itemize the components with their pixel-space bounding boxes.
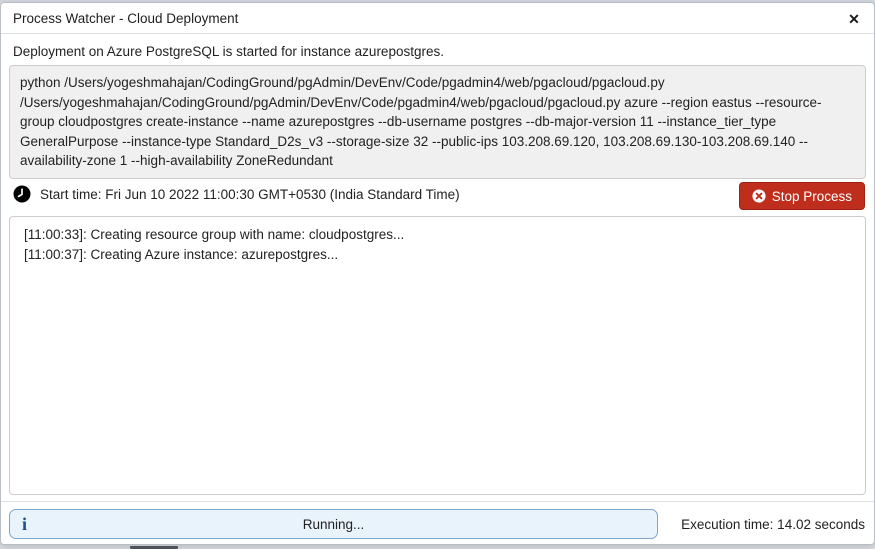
- dialog-header: Process Watcher - Cloud Deployment ✕: [1, 3, 874, 34]
- stop-circle-icon: [752, 189, 766, 203]
- info-icon: i: [22, 513, 27, 535]
- stop-process-button[interactable]: Stop Process: [739, 182, 865, 210]
- stop-process-label: Stop Process: [772, 189, 852, 204]
- log-line: [11:00:37]: Creating Azure instance: azu…: [24, 245, 851, 265]
- deployment-status-text: Deployment on Azure PostgreSQL is starte…: [13, 44, 444, 59]
- process-watcher-dialog: Process Watcher - Cloud Deployment ✕ Dep…: [0, 2, 875, 545]
- command-text-box: python /Users/yogeshmahajan/CodingGround…: [9, 65, 866, 179]
- status-label: Running...: [303, 517, 365, 532]
- footer-divider: [1, 501, 874, 502]
- execution-time-label: Execution time: 14.02 seconds: [681, 509, 865, 539]
- dialog-title: Process Watcher - Cloud Deployment: [13, 11, 238, 26]
- status-banner: i Running...: [9, 509, 658, 539]
- clock-icon: [13, 185, 31, 203]
- process-log-output[interactable]: [11:00:33]: Creating resource group with…: [9, 216, 866, 495]
- start-time-label: Start time: Fri Jun 10 2022 11:00:30 GMT…: [40, 187, 460, 202]
- start-time-row: Start time: Fri Jun 10 2022 11:00:30 GMT…: [13, 185, 460, 203]
- close-icon[interactable]: ✕: [843, 8, 865, 30]
- log-line: [11:00:33]: Creating resource group with…: [24, 225, 851, 245]
